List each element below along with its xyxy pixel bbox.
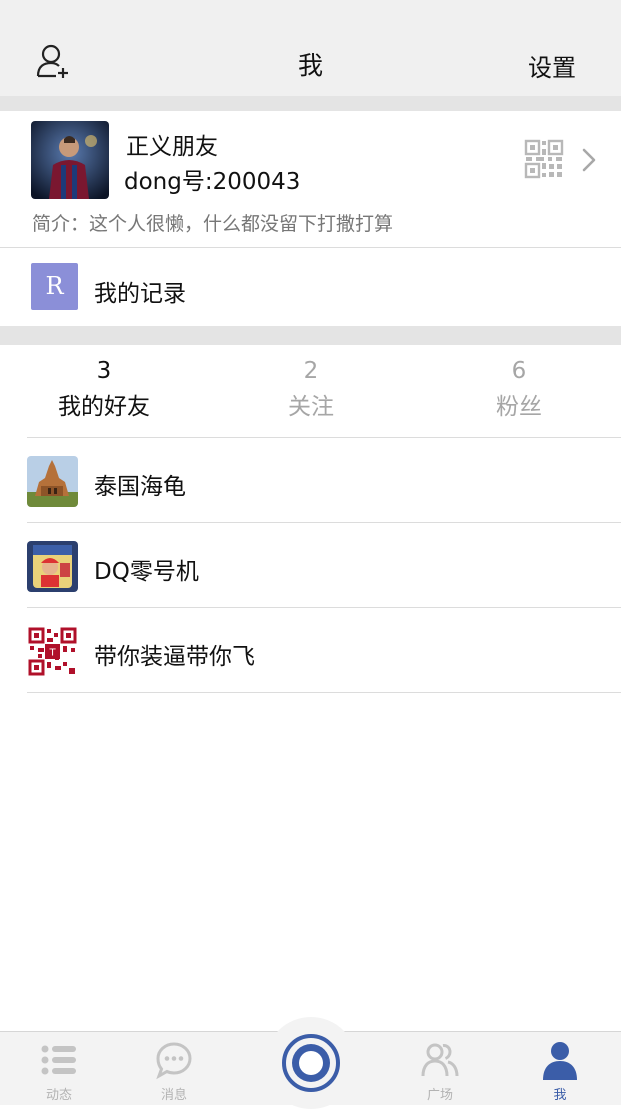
- tab-fans[interactable]: 6 粉丝: [439, 357, 599, 423]
- people-icon: [421, 1043, 459, 1077]
- settings-button[interactable]: 设置: [528, 48, 576, 83]
- divider: [27, 692, 621, 693]
- chevron-right-icon[interactable]: [580, 147, 598, 173]
- friend-avatar: [27, 541, 78, 592]
- tab-label: 我: [553, 1088, 567, 1103]
- friend-name: 带你装逼带你飞: [94, 644, 255, 670]
- tab-label: 动态: [45, 1088, 72, 1103]
- fans-label: 粉丝: [496, 394, 542, 420]
- friends-label: 我的好友: [58, 394, 150, 420]
- profile-name: 正义朋友: [126, 134, 218, 160]
- list-item[interactable]: 泰国海龟: [0, 438, 621, 523]
- list-icon: [41, 1045, 76, 1075]
- person-icon: [543, 1042, 577, 1080]
- profile-id: dong号:200043: [124, 169, 301, 195]
- tab-square[interactable]: 广场: [400, 1040, 480, 1103]
- center-action-button[interactable]: [265, 1017, 357, 1109]
- camera-shutter-icon: [282, 1034, 340, 1092]
- tab-me[interactable]: 我: [520, 1040, 600, 1103]
- records-label: 我的记录: [94, 281, 186, 307]
- top-bar: 我 设置: [0, 0, 621, 96]
- friend-name: 泰国海龟: [94, 474, 186, 500]
- friends-count: 3: [96, 358, 112, 384]
- my-records-row[interactable]: R 我的记录: [0, 248, 621, 326]
- stats-tabs: 3 我的好友 2 关注 6 粉丝: [0, 345, 621, 437]
- qr-code-icon[interactable]: [524, 139, 564, 179]
- following-count: 2: [303, 358, 319, 384]
- section-divider: [0, 96, 621, 111]
- fans-count: 6: [511, 358, 527, 384]
- tab-label: 广场: [426, 1088, 453, 1103]
- tab-label: 消息: [160, 1088, 187, 1103]
- tab-feed[interactable]: 动态: [19, 1040, 99, 1103]
- tab-following[interactable]: 2 关注: [231, 357, 391, 423]
- section-divider: [0, 326, 621, 345]
- friend-name: DQ零号机: [94, 559, 199, 585]
- friend-avatar: T: [27, 626, 78, 677]
- avatar[interactable]: [31, 121, 109, 199]
- tab-friends[interactable]: 3 我的好友: [24, 357, 184, 423]
- friend-avatar: [27, 456, 78, 507]
- list-item[interactable]: DQ零号机: [0, 523, 621, 608]
- list-item[interactable]: T 带你装逼带你飞: [0, 608, 621, 693]
- profile-card[interactable]: 正义朋友 dong号:200043 简介：这个人很懒，什么都没留下打撒打算: [0, 111, 621, 247]
- profile-bio: 简介：这个人很懒，什么都没留下打撒打算: [32, 213, 394, 235]
- following-label: 关注: [288, 394, 334, 420]
- records-badge: R: [31, 263, 78, 310]
- chat-bubble-icon: [156, 1042, 192, 1080]
- tab-messages[interactable]: 消息: [134, 1040, 214, 1103]
- svg-text:T: T: [48, 648, 56, 659]
